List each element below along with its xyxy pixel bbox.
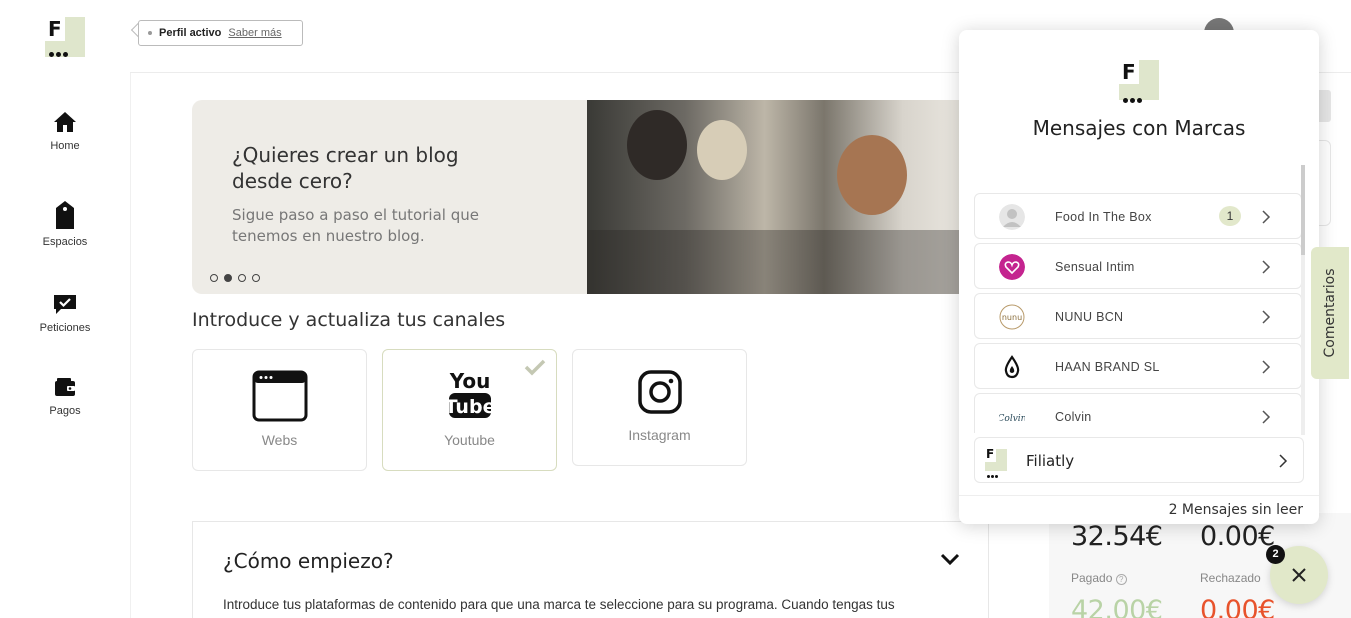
- close-icon: [1292, 568, 1306, 582]
- svg-text:You: You: [449, 369, 491, 393]
- carousel-dot[interactable]: [210, 274, 218, 282]
- carousel-dot[interactable]: [224, 274, 232, 282]
- banner-subtitle: Sigue paso a paso el tutorial que tenemo…: [232, 206, 479, 245]
- brand-name: Food In The Box: [1055, 210, 1152, 224]
- sidebar-item-espacios[interactable]: Espacios: [25, 200, 105, 248]
- chevron-right-icon: [1262, 310, 1271, 324]
- brand-name: Colvin: [1055, 410, 1092, 424]
- brand-messages-panel: F Mensajes con Marcas Food In The Box 1 …: [959, 30, 1319, 524]
- promo-banner[interactable]: ¿Quieres crear un blog desde cero? Sigue…: [192, 100, 982, 294]
- brand-list: Food In The Box 1 Sensual Intim nunu NUN…: [974, 193, 1304, 433]
- unread-messages-count: 2 Mensajes sin leer: [959, 495, 1319, 518]
- rejected-label: Rechazado: [1200, 571, 1261, 585]
- carousel-dot[interactable]: [252, 274, 260, 282]
- tag-icon: [56, 201, 74, 229]
- brand-list-scrollbar[interactable]: [1301, 165, 1305, 435]
- sidebar-item-label: Peticiones: [39, 322, 91, 334]
- notification-badge: 2: [1266, 545, 1285, 564]
- faq-text: Introduce tus plataformas de contenido p…: [223, 597, 895, 612]
- brand-row-food-in-the-box[interactable]: Food In The Box 1: [974, 193, 1302, 239]
- wallet-icon: [55, 378, 75, 396]
- chat-title: Mensajes con Marcas: [1032, 116, 1246, 140]
- comments-tab-label: Comentarios: [1322, 268, 1338, 358]
- chevron-down-icon[interactable]: [940, 552, 960, 566]
- info-icon[interactable]: ?: [1115, 574, 1127, 585]
- checkmark-icon: [524, 359, 546, 376]
- faq-title: ¿Cómo empiezo?: [223, 549, 394, 573]
- banner-photo: [587, 100, 982, 294]
- sidebar-item-label: Espacios: [42, 236, 88, 248]
- svg-text:Tube: Tube: [447, 396, 493, 418]
- brand-row-colvin[interactable]: Colvin Colvin: [974, 393, 1302, 433]
- svg-text:nunu: nunu: [1002, 313, 1022, 322]
- app-root: F Home Espacios Peticiones Pagos Perfil …: [0, 0, 1351, 618]
- stat-value-1: 32.54€: [1071, 521, 1163, 552]
- carousel-dots[interactable]: [210, 269, 266, 287]
- channel-label: Webs: [261, 432, 298, 448]
- status-dot-icon: [148, 31, 152, 35]
- paid-value: 42.00€: [1071, 595, 1163, 618]
- chevron-right-icon: [1262, 360, 1271, 374]
- profile-status-pill: Perfil activo Saber más: [138, 20, 303, 46]
- channel-card-instagram[interactable]: Instagram: [572, 349, 747, 466]
- brand-name: Sensual Intim: [1055, 260, 1135, 274]
- filiatly-logo: F: [985, 447, 1007, 478]
- rejected-value: 0.00€: [1200, 595, 1275, 618]
- drop-icon: [1004, 355, 1020, 379]
- faq-accordion[interactable]: ¿Cómo empiezo? Introduce tus plataformas…: [192, 521, 989, 618]
- channel-label: Instagram: [628, 427, 691, 443]
- channel-card-youtube[interactable]: You Tube Youtube: [382, 349, 557, 471]
- brand-row-sensual-intim[interactable]: Sensual Intim: [974, 243, 1302, 289]
- app-logo[interactable]: F: [45, 17, 85, 57]
- unread-badge: 1: [1219, 206, 1241, 226]
- sidebar-item-pagos[interactable]: Pagos: [25, 377, 105, 417]
- channel-card-webs[interactable]: Webs: [192, 349, 367, 471]
- sidebar-item-label: Home: [50, 140, 80, 152]
- filiatly-label: Filiatly: [1026, 452, 1075, 470]
- brand-row-haan-brand[interactable]: HAAN BRAND SL: [974, 343, 1302, 389]
- filiatly-chat-row[interactable]: F Filiatly: [974, 437, 1304, 483]
- sidebar-item-home[interactable]: Home: [25, 110, 105, 152]
- brand-name: HAAN BRAND SL: [1055, 360, 1160, 374]
- chevron-right-icon: [1262, 410, 1271, 424]
- brand-row-nunu-bcn[interactable]: nunu NUNU BCN: [974, 293, 1302, 339]
- chevron-right-icon: [1262, 210, 1271, 224]
- sidebar: F Home Espacios Peticiones Pagos: [0, 0, 130, 618]
- home-icon: [54, 112, 76, 132]
- carousel-dot[interactable]: [238, 274, 246, 282]
- stat-value-2: 0.00€: [1200, 521, 1275, 552]
- learn-more-link[interactable]: Saber más: [228, 27, 281, 39]
- svg-text:Colvin: Colvin: [999, 414, 1025, 424]
- colvin-logo: Colvin: [999, 414, 1025, 424]
- browser-window-icon: [252, 370, 308, 422]
- chat-logo: F: [1119, 60, 1159, 103]
- comments-tab[interactable]: Comentarios: [1311, 247, 1349, 379]
- user-icon: [999, 204, 1025, 230]
- logo-letter: F: [48, 17, 62, 41]
- channels-title: Introduce y actualiza tus canales: [192, 309, 506, 331]
- heart-icon: [999, 254, 1025, 280]
- instagram-icon: [638, 370, 682, 414]
- paid-label: Pagado ?: [1071, 571, 1127, 585]
- youtube-logo-icon: You Tube: [447, 369, 493, 418]
- chevron-right-icon: [1262, 260, 1271, 274]
- channel-label: Youtube: [444, 432, 495, 448]
- nunu-logo: nunu: [999, 304, 1025, 330]
- profile-status-label: Perfil activo: [159, 27, 222, 39]
- brand-name: NUNU BCN: [1055, 310, 1124, 324]
- chat-check-icon: [54, 295, 76, 314]
- sidebar-item-peticiones[interactable]: Peticiones: [25, 294, 105, 334]
- sidebar-item-label: Pagos: [49, 405, 81, 417]
- chevron-right-icon: [1279, 454, 1288, 468]
- banner-title: ¿Quieres crear un blog desde cero?: [232, 143, 459, 193]
